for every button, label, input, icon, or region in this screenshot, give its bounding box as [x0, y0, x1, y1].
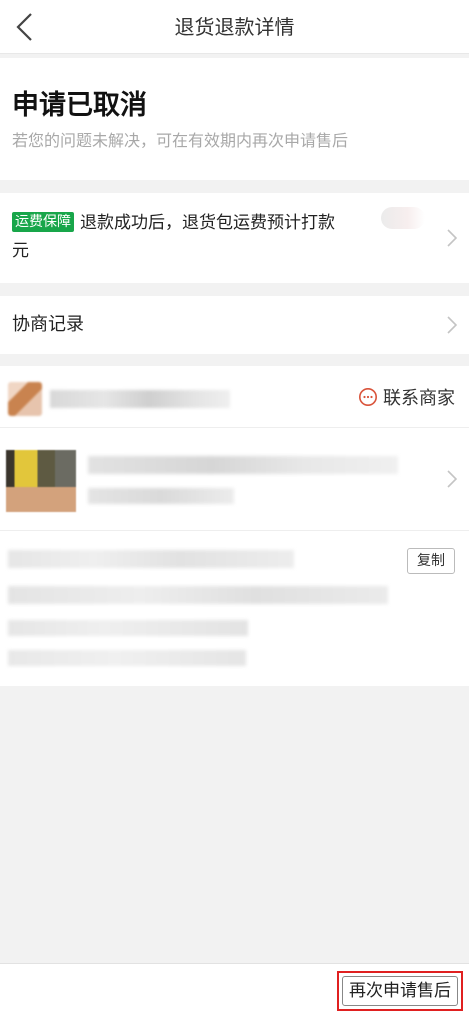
- goods-thumbnail: [6, 450, 76, 512]
- chevron-right-icon: [447, 470, 457, 488]
- blurred-shop-name: [50, 390, 230, 408]
- blurred-order-line: [8, 620, 248, 636]
- blurred-order-line: [8, 586, 388, 604]
- freight-text-line2: 元: [12, 241, 29, 261]
- page-title: 退货退款详情: [174, 15, 295, 39]
- blurred-order-line: [8, 550, 294, 568]
- chevron-right-icon: [447, 316, 457, 334]
- status-title: 申请已取消: [12, 90, 147, 121]
- freight-guarantee-text: 运费保障 退款成功后，退货包运费预计打款 元: [12, 209, 429, 265]
- negotiation-record-label: 协商记录: [12, 314, 84, 335]
- status-card: 申请已取消 若您的问题未解决，可在有效期内再次申请售后: [0, 58, 469, 180]
- contact-merchant-button[interactable]: 联系商家: [358, 366, 455, 428]
- freight-badge: 运费保障: [12, 212, 74, 232]
- order-info-card: 联系商家 复制: [0, 366, 469, 686]
- reapply-after-sales-button[interactable]: 再次申请售后: [337, 971, 463, 1011]
- freight-guarantee-row[interactable]: 运费保障 退款成功后，退货包运费预计打款 元: [0, 193, 469, 283]
- status-subtitle: 若您的问题未解决，可在有效期内再次申请售后: [12, 131, 349, 150]
- negotiation-record-row[interactable]: 协商记录: [0, 296, 469, 354]
- freight-text-line1: 退款成功后，退货包运费预计打款: [80, 213, 335, 233]
- bottom-action-bar: 再次申请售后: [0, 963, 469, 1012]
- blurred-goods-spec: [88, 488, 234, 504]
- shop-avatar: [8, 382, 42, 416]
- copy-button[interactable]: 复制: [407, 548, 455, 574]
- top-navigation-bar: 退货退款详情: [0, 0, 469, 54]
- goods-row[interactable]: [0, 428, 469, 531]
- shop-row: 联系商家: [0, 366, 469, 428]
- reapply-after-sales-label: 再次申请售后: [342, 976, 458, 1006]
- chat-bubble-icon: [359, 388, 377, 406]
- blurred-goods-title: [88, 456, 398, 474]
- chevron-right-icon: [447, 229, 457, 247]
- blurred-amount: [381, 207, 425, 229]
- contact-merchant-label: 联系商家: [383, 388, 455, 409]
- blurred-order-line: [8, 650, 246, 666]
